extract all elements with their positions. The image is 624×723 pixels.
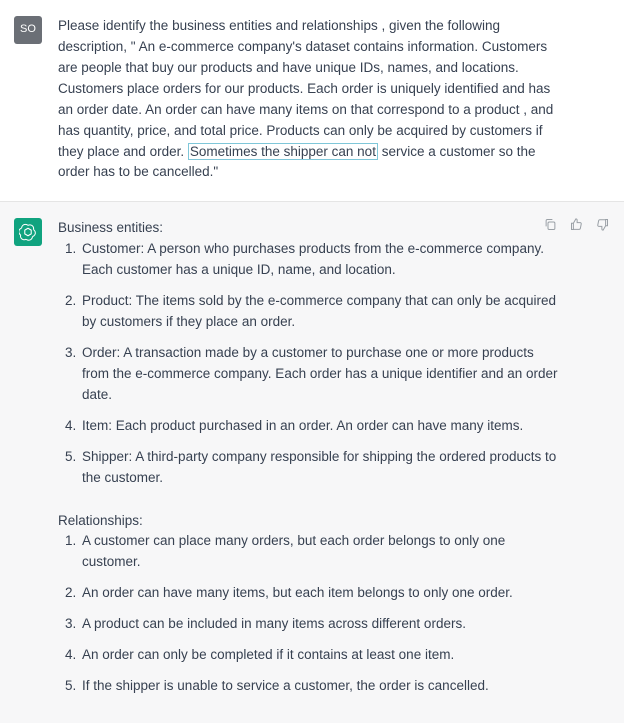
thumbs-up-button[interactable] (568, 216, 584, 232)
list-item: A product can be included in many items … (80, 614, 560, 635)
assistant-message: Business entities: Customer: A person wh… (0, 202, 624, 723)
thumbs-up-icon (569, 217, 584, 232)
list-item: Order: A transaction made by a customer … (80, 343, 560, 406)
copy-icon (543, 217, 558, 232)
list-item: If the shipper is unable to service a cu… (80, 676, 560, 697)
prompt-segment-before: Please identify the business entities an… (58, 18, 553, 159)
message-actions (542, 216, 610, 232)
relationships-list: A customer can place many orders, but ea… (58, 531, 560, 697)
user-prompt-text: Please identify the business entities an… (58, 16, 560, 183)
user-avatar-initials: SO (20, 21, 36, 38)
list-item: An order can only be completed if it con… (80, 645, 560, 666)
list-item: Product: The items sold by the e-commerc… (80, 291, 560, 333)
user-message-content: Please identify the business entities an… (58, 16, 610, 183)
prompt-highlighted-segment: Sometimes the shipper can not (188, 143, 378, 160)
entities-heading: Business entities: (58, 218, 560, 239)
user-avatar: SO (14, 16, 42, 44)
entities-list: Customer: A person who purchases product… (58, 239, 560, 488)
list-item: Shipper: A third-party company responsib… (80, 447, 560, 489)
thumbs-down-button[interactable] (594, 216, 610, 232)
relationships-heading: Relationships: (58, 511, 560, 532)
user-message: SO Please identify the business entities… (0, 0, 624, 202)
thumbs-down-icon (595, 217, 610, 232)
list-item: Item: Each product purchased in an order… (80, 416, 560, 437)
assistant-message-content: Business entities: Customer: A person wh… (58, 218, 610, 697)
assistant-avatar (14, 218, 42, 246)
copy-button[interactable] (542, 216, 558, 232)
openai-logo-icon (19, 223, 37, 241)
list-item: A customer can place many orders, but ea… (80, 531, 560, 573)
list-item: Customer: A person who purchases product… (80, 239, 560, 281)
list-item: An order can have many items, but each i… (80, 583, 560, 604)
